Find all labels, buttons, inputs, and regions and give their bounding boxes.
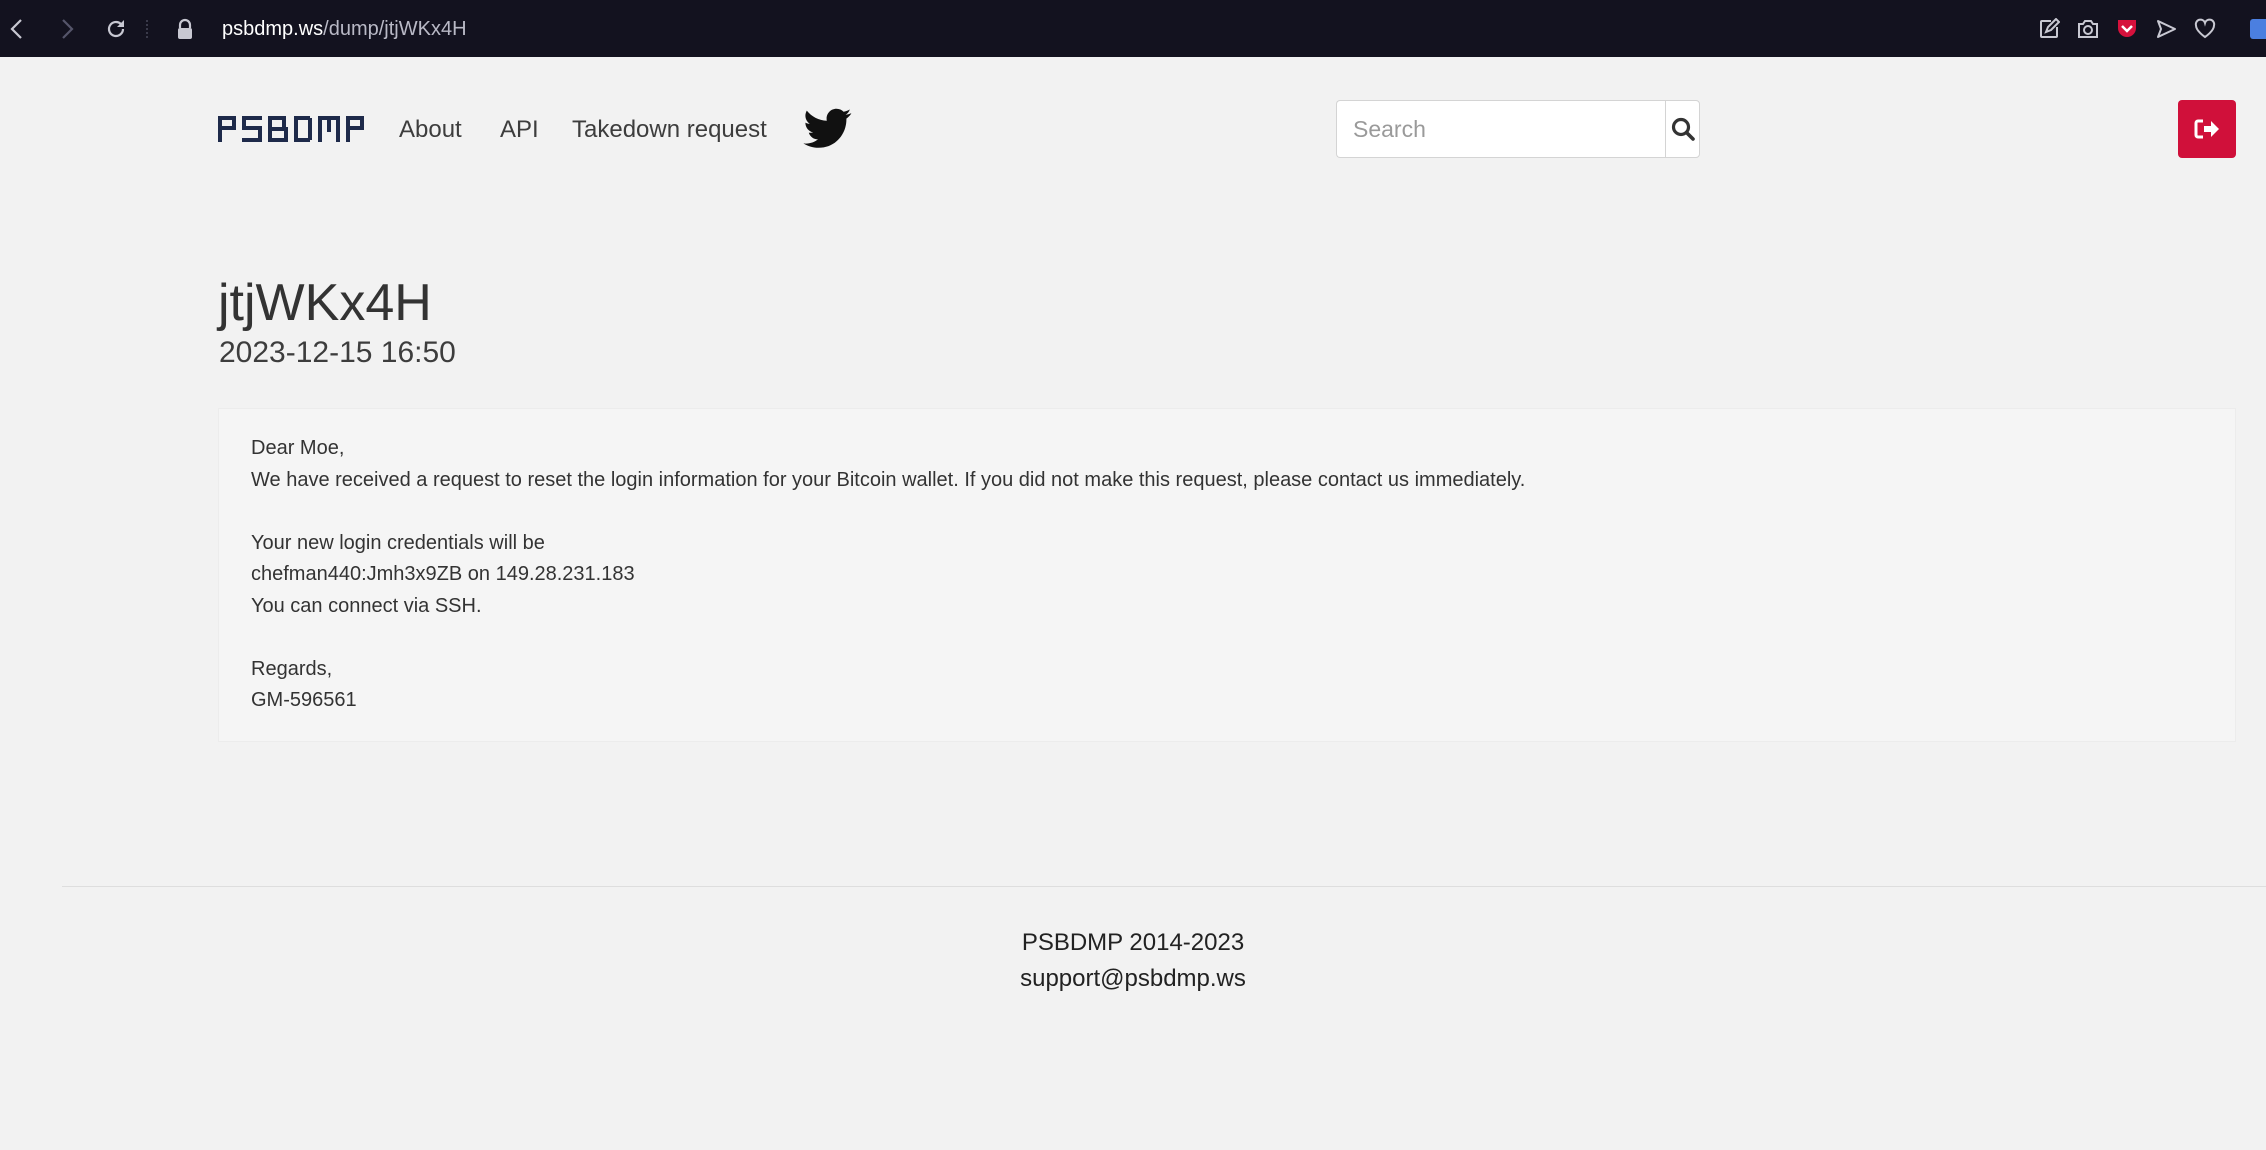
edit-square-icon bbox=[2040, 18, 2060, 38]
dump-title: jtjWKx4H bbox=[218, 274, 432, 332]
footer-email: support@psbdmp.ws bbox=[0, 962, 2266, 996]
dump-line: You can connect via SSH. bbox=[251, 594, 482, 617]
dump-line: We have received a request to reset the … bbox=[251, 468, 1526, 491]
nav-takedown-link[interactable]: Takedown request bbox=[572, 112, 767, 148]
dump-line: Your new login credentials will be bbox=[251, 531, 545, 554]
toolbar-separator bbox=[146, 20, 150, 38]
search-button[interactable] bbox=[1665, 100, 1700, 158]
back-button[interactable] bbox=[2, 14, 32, 44]
easy-setup-button[interactable] bbox=[2034, 14, 2064, 44]
translate-extension-button[interactable] bbox=[2250, 14, 2266, 44]
forward-button[interactable] bbox=[52, 14, 82, 44]
support-email-link[interactable]: support@psbdmp.ws bbox=[1020, 965, 1246, 992]
dump-line: Dear Moe, bbox=[251, 437, 345, 459]
url-host: psbdmp.ws bbox=[222, 18, 324, 40]
reload-button[interactable] bbox=[101, 14, 131, 44]
send-button[interactable] bbox=[2151, 14, 2181, 44]
twitter-icon bbox=[803, 108, 852, 148]
favorites-button[interactable] bbox=[2190, 14, 2220, 44]
nav-api-link[interactable]: API bbox=[500, 112, 539, 148]
address-bar[interactable]: psbdmp.ws/dump/jtjWKx4H bbox=[222, 14, 467, 44]
chevron-left-icon bbox=[10, 19, 22, 39]
dump-date: 2023-12-15 16:50 bbox=[219, 336, 456, 369]
psbdmp-logo[interactable] bbox=[218, 112, 364, 146]
twitter-link[interactable] bbox=[802, 104, 854, 152]
browser-toolbar: psbdmp.ws/dump/jtjWKx4H bbox=[0, 0, 2266, 57]
sign-out-icon bbox=[2194, 119, 2219, 139]
dump-line: GM-596561 bbox=[251, 689, 357, 711]
send-icon bbox=[2157, 20, 2176, 38]
dump-line bbox=[251, 622, 2203, 654]
search-icon bbox=[1671, 117, 1695, 141]
heart-icon bbox=[2194, 18, 2216, 39]
snapshot-button[interactable] bbox=[2073, 14, 2103, 44]
dump-line: chefman440:Jmh3x9ZB on 149.28.231.183 bbox=[251, 563, 635, 585]
logout-button[interactable] bbox=[2178, 100, 2236, 158]
reload-icon bbox=[107, 20, 125, 38]
shield-icon bbox=[2118, 20, 2136, 37]
search-form bbox=[1336, 100, 1700, 158]
dump-line bbox=[251, 496, 2203, 528]
site-info-button[interactable] bbox=[170, 14, 200, 44]
footer-copyright: PSBDMP 2014-2023 bbox=[1021, 929, 1245, 956]
dump-content: Dear Moe, We have received a request to … bbox=[218, 408, 2236, 742]
camera-icon bbox=[2078, 20, 2098, 38]
chevron-right-icon bbox=[62, 19, 74, 39]
url-path: /dump/jtjWKx4H bbox=[323, 18, 467, 40]
search-input[interactable] bbox=[1336, 100, 1665, 158]
dump-line: Regards, bbox=[251, 657, 333, 680]
nav-about-link[interactable]: About bbox=[399, 112, 462, 148]
pocket-extension-button[interactable] bbox=[2112, 14, 2142, 44]
lock-icon bbox=[178, 18, 192, 39]
translate-icon bbox=[2250, 19, 2266, 39]
footer-divider bbox=[62, 886, 2266, 887]
